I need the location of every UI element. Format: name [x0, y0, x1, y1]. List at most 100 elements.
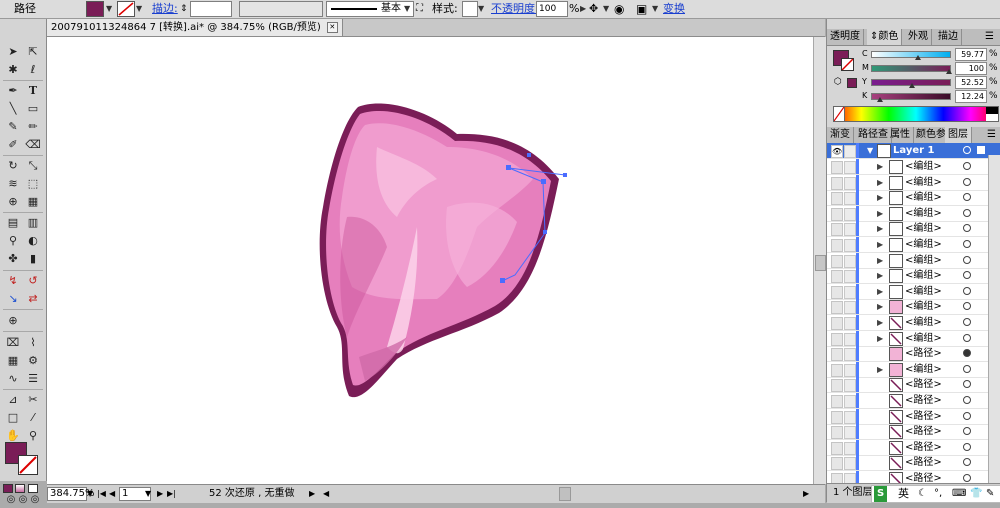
visibility-toggle[interactable] — [831, 363, 843, 377]
transform-link[interactable]: 变换 — [663, 0, 685, 18]
layer-item-row[interactable]: <路径> — [827, 471, 1000, 483]
pen-tool-icon[interactable]: ✒ — [4, 83, 22, 99]
layer-item-row[interactable]: <路径> — [827, 455, 1000, 472]
visibility-toggle[interactable] — [831, 223, 843, 237]
visibility-toggle[interactable] — [831, 348, 843, 362]
knife-tool-icon[interactable]: ✂ — [24, 392, 42, 408]
target-icon[interactable] — [963, 302, 971, 311]
status-menu-icon[interactable]: ▶ — [309, 485, 315, 502]
stroke-weight-input[interactable] — [190, 1, 232, 17]
target-icon[interactable] — [963, 364, 971, 373]
fill-dropdown-icon[interactable]: ▼ — [106, 0, 112, 18]
live-paint-tool-icon[interactable]: ▦ — [24, 194, 42, 210]
tab-color[interactable]: ⇕颜色 — [867, 29, 903, 45]
visibility-toggle[interactable] — [831, 332, 843, 346]
layer-item-row[interactable]: ▶ <编组> — [827, 315, 1000, 331]
visibility-toggle[interactable] — [831, 317, 843, 330]
expand-group-icon[interactable]: ▶ — [877, 237, 883, 252]
graph-tool-icon[interactable]: ▦ — [4, 353, 22, 369]
target-icon[interactable] — [963, 193, 971, 202]
skin-icon[interactable]: 👕 — [970, 486, 982, 502]
target-icon[interactable] — [963, 474, 971, 482]
layers-menu-icon[interactable]: ☰ — [987, 127, 996, 143]
zoom-dropdown-icon[interactable]: ▼ — [87, 485, 93, 502]
type-tool-icon[interactable]: T — [24, 83, 42, 99]
layer-item-row[interactable]: ▶ <编组> — [827, 237, 1000, 253]
document-tab[interactable]: 200791011324864 7 [转换].ai* @ 384.75% (RG… — [47, 19, 343, 36]
hscroll-right-icon[interactable]: ▶ — [803, 485, 809, 502]
layer-item-row[interactable]: ▶ <编组> — [827, 174, 1000, 191]
tab-transparency[interactable]: 透明度 — [827, 29, 864, 45]
stroke-weight-spinner-icon[interactable]: ⇕ — [180, 0, 188, 18]
lock-toggle[interactable] — [844, 207, 856, 221]
visibility-toggle[interactable] — [831, 395, 843, 408]
target-icon[interactable] — [963, 458, 971, 467]
channel-slider-knob[interactable] — [946, 69, 952, 74]
layers-scrollbar[interactable] — [988, 155, 1000, 483]
visibility-toggle[interactable] — [831, 192, 843, 206]
target-icon[interactable] — [963, 255, 971, 264]
layer-item-row[interactable]: <路径> — [827, 439, 1000, 456]
anchor-convert-tool-icon[interactable]: ↯ — [4, 273, 22, 289]
width-tool-icon[interactable]: ⚙ — [24, 353, 42, 369]
direct-selection-tool-icon[interactable]: ⇱ — [24, 44, 42, 60]
close-tab-icon[interactable]: ✕ — [326, 21, 338, 33]
curve-tool-icon[interactable]: ↺ — [24, 273, 42, 289]
expand-group-icon[interactable]: ▶ — [877, 206, 883, 221]
tab-gradient[interactable]: 渐变 — [827, 127, 854, 143]
stroke-dropdown-icon[interactable]: ▼ — [136, 0, 142, 18]
eyedropper-tool-icon[interactable]: ⚲ — [4, 233, 22, 249]
style-dropdown-icon[interactable]: ▼ — [478, 0, 484, 18]
target-icon[interactable] — [963, 286, 971, 295]
channel-value-input[interactable]: 52.52 — [955, 76, 987, 89]
rectangle-tool-icon[interactable]: ▭ — [24, 101, 42, 117]
visibility-toggle[interactable] — [831, 473, 843, 483]
target-icon[interactable] — [963, 427, 971, 436]
magic-wand-tool-icon[interactable]: ✱ — [4, 62, 22, 78]
channel-slider-knob[interactable] — [914, 55, 921, 60]
lock-toggle[interactable] — [844, 192, 856, 206]
punctuation-icon[interactable]: °, — [934, 486, 942, 502]
lock-toggle[interactable] — [844, 410, 856, 424]
visibility-toggle[interactable] — [831, 301, 843, 315]
globe-icon[interactable]: ◉ — [614, 0, 624, 18]
scroll-thumb[interactable] — [815, 255, 826, 271]
expand-group-icon[interactable]: ▶ — [877, 253, 883, 268]
expand-layer-icon[interactable]: ▼ — [867, 143, 873, 158]
free-transform-tool-icon[interactable]: ⬚ — [24, 176, 42, 192]
recolor-artwork-icon[interactable]: ✥ — [589, 0, 598, 18]
tab-stroke[interactable]: 描边 — [935, 29, 962, 45]
visibility-toggle[interactable] — [831, 270, 843, 284]
slice-tool-icon[interactable]: ⌇ — [24, 335, 42, 351]
tab-layers[interactable]: 图层 — [945, 127, 972, 143]
fill-color-swatch[interactable] — [86, 1, 104, 17]
visibility-toggle[interactable] — [831, 379, 843, 393]
layer-item-row[interactable]: <路径> — [827, 408, 1000, 425]
channel-value-input[interactable]: 12.24 — [955, 90, 987, 103]
artboard-canvas[interactable] — [47, 37, 813, 484]
lasso-tool-icon[interactable]: ℓ — [24, 62, 42, 78]
expand-group-icon[interactable]: ▶ — [877, 284, 883, 299]
expand-group-icon[interactable]: ▶ — [877, 159, 883, 174]
visibility-toggle[interactable] — [831, 285, 843, 299]
layer-item-row[interactable]: ▶ <编组> — [827, 221, 1000, 238]
blob-brush-tool-icon[interactable]: ✐ — [4, 137, 22, 153]
expand-group-icon[interactable]: ▶ — [877, 221, 883, 236]
draw-inside-icon[interactable]: ◎ — [26, 492, 44, 508]
brush-alt-tool-icon[interactable]: ⁄ — [24, 410, 42, 426]
lock-toggle[interactable] — [844, 395, 856, 408]
next-artboard-icon[interactable]: ▶ — [157, 485, 163, 502]
lock-toggle[interactable] — [844, 254, 856, 268]
expand-group-icon[interactable]: ▶ — [877, 299, 883, 314]
paintbrush-tool-icon[interactable]: ✎ — [4, 119, 22, 135]
visibility-toggle[interactable] — [831, 410, 843, 424]
tab-appearance[interactable]: 外观 — [905, 29, 932, 45]
expand-group-icon[interactable]: ▶ — [877, 315, 883, 330]
expand-group-icon[interactable]: ▶ — [877, 190, 883, 205]
recolor-dropdown-icon[interactable]: ▼ — [603, 0, 609, 18]
lock-toggle[interactable] — [844, 317, 856, 330]
zoom-input[interactable]: 384.75% — [47, 487, 95, 501]
visibility-toggle[interactable] — [831, 254, 843, 268]
sogou-ime-icon[interactable]: S — [874, 486, 888, 502]
channel-slider[interactable] — [871, 51, 951, 58]
